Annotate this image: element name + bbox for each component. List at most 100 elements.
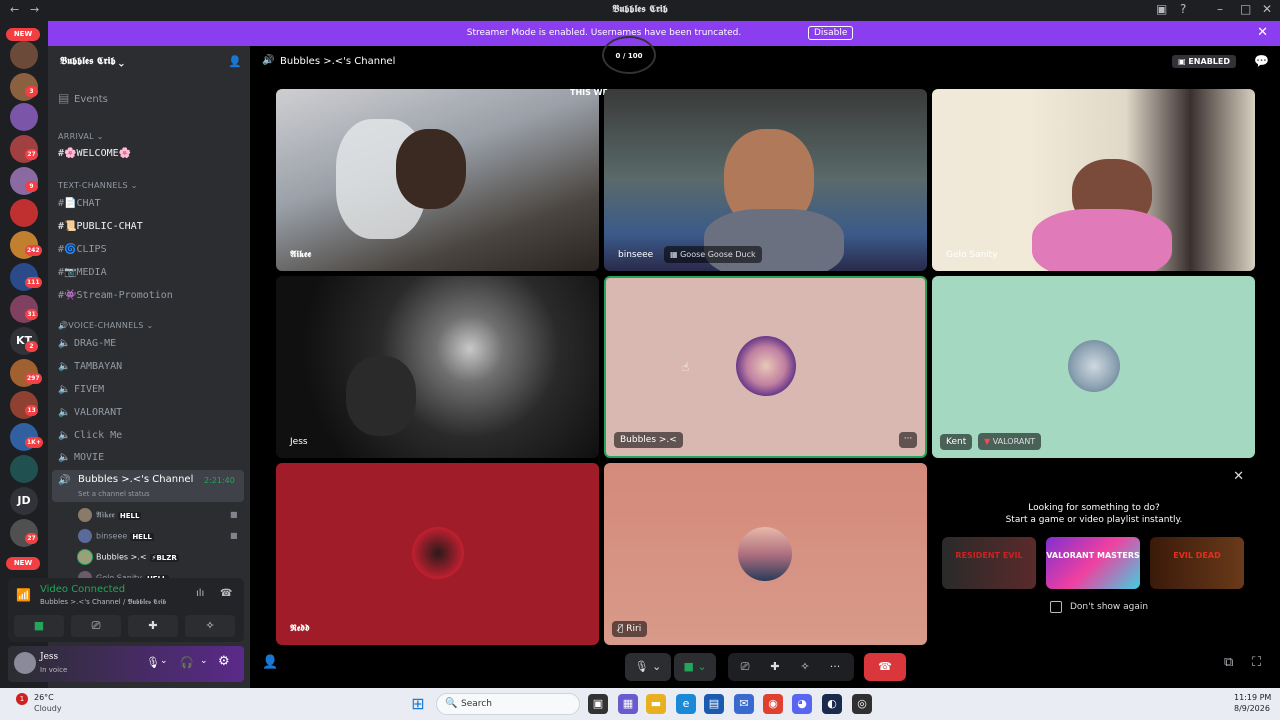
close-icon[interactable]: ✕	[1233, 469, 1244, 484]
avatar[interactable]	[14, 652, 36, 674]
video-tile-kent[interactable]: Kent ▼ VALORANT	[932, 276, 1255, 458]
camera-button[interactable]: ■	[14, 615, 64, 637]
video-tile-bubbles[interactable]: ☝ Bubbles >.< ···	[604, 276, 927, 458]
soundboard-button[interactable]: ✧	[185, 615, 235, 637]
channel-media[interactable]: #📷MEDIA	[58, 267, 107, 278]
inbox-icon[interactable]: ▣	[1156, 2, 1167, 16]
game-card-valorant-masters[interactable]: VALORANT MASTERS	[1046, 537, 1140, 589]
server-icon[interactable]	[10, 455, 38, 483]
category-text-channels[interactable]: TEXT-CHANNELS ⌄	[58, 181, 138, 190]
discord-icon[interactable]: ◕	[792, 694, 812, 714]
voice-member[interactable]: Bubbles >.< ⚡BLZR	[78, 550, 179, 564]
app-icon[interactable]: ▦	[618, 694, 638, 714]
category-voice-channels[interactable]: 🔊VOICE-CHANNELS ⌄	[58, 321, 153, 330]
game-card-evil-dead[interactable]: EVIL DEAD	[1150, 537, 1244, 589]
soundboard-icon[interactable]: ✧	[794, 653, 816, 681]
video-tile-riri[interactable]: 🎙̸ Riri	[604, 463, 927, 645]
channel-welcome[interactable]: #🌸WELCOME🌸	[58, 148, 131, 159]
file-explorer-icon[interactable]: ▬	[646, 694, 666, 714]
more-options-icon[interactable]: ···	[899, 432, 917, 448]
voice-channel-movie[interactable]: 🔈 MOVIE	[58, 452, 104, 463]
channel-label: 📜PUBLIC-CHAT	[64, 221, 143, 232]
store-icon[interactable]: ▤	[704, 694, 724, 714]
disconnect-call-button[interactable]: ☎	[864, 653, 906, 681]
voice-channel-drag-me[interactable]: 🔈 DRAG-ME	[58, 338, 116, 349]
clock-date: 8/9/2026	[1234, 704, 1270, 713]
speaker-icon: 🔈	[58, 338, 71, 349]
camera-toggle-button[interactable]: ■ ⌄	[674, 653, 716, 681]
noise-suppression-icon[interactable]: ılı	[196, 588, 204, 599]
windows-start-icon[interactable]: ⊞	[408, 694, 428, 714]
headphones-icon[interactable]: 🎧	[180, 656, 194, 669]
participant-activity: ▦ Goose Goose Duck	[664, 246, 762, 263]
enabled-badge: ▣ ENABLED	[1172, 55, 1236, 68]
chat-icon[interactable]: 💬	[1254, 54, 1269, 68]
voice-channel-valorant[interactable]: 🔈 VALORANT	[58, 407, 122, 418]
help-icon[interactable]: ?	[1180, 2, 1186, 16]
chevron-down-icon[interactable]: ⌄	[200, 656, 208, 666]
activity-icon[interactable]: ✚	[764, 653, 786, 681]
microphone-button[interactable]: 🎙 ⌄	[625, 653, 671, 681]
microphone-icon[interactable]: 🎙	[146, 656, 160, 669]
video-tile-redd[interactable]: 𝕽𝖊𝖉𝖉	[276, 463, 599, 645]
voice-member[interactable]: binseee HELL	[78, 529, 154, 543]
dont-show-checkbox[interactable]	[1050, 601, 1062, 613]
voice-channel-tambayan[interactable]: 🔈 TAMBAYAN	[58, 361, 122, 372]
server-icon[interactable]	[10, 103, 38, 131]
screen-share-button[interactable]: ⎚	[71, 615, 121, 637]
edge-browser-icon[interactable]: e	[676, 694, 696, 714]
channel-public-chat[interactable]: #📜PUBLIC-CHAT	[58, 221, 143, 232]
more-icon[interactable]: ···	[824, 653, 846, 681]
video-tile-aikee[interactable]: 𝕬𝖎𝖐𝖊𝖊	[276, 89, 599, 271]
minimize-icon[interactable]: –	[1217, 2, 1223, 16]
server-icon[interactable]	[10, 199, 38, 227]
activity-button[interactable]: ✚	[128, 615, 178, 637]
voice-status[interactable]: Video Connected	[40, 584, 125, 595]
signal-icon[interactable]: 📶	[16, 588, 31, 602]
video-tile-gelo[interactable]: Gelo Sanity	[932, 89, 1255, 271]
server-initials[interactable]: JD	[10, 487, 38, 515]
camera-icon: ■	[230, 531, 238, 540]
mention-badge: 111	[25, 277, 42, 288]
voice-channel-fivem[interactable]: 🔈 FIVEM	[58, 384, 104, 395]
chrome-icon[interactable]: ◉	[763, 694, 783, 714]
voice-member[interactable]: 𝕬𝖎𝖐𝖊𝖊 HELL	[78, 508, 142, 522]
category-arrival[interactable]: ARRIVAL ⌄	[58, 132, 104, 141]
channel-chat[interactable]: #📄CHAT	[58, 198, 101, 209]
channel-clips[interactable]: #🌀CLIPS	[58, 244, 107, 255]
disable-button[interactable]: Disable	[808, 26, 854, 40]
invite-icon[interactable]: 👤	[228, 55, 242, 68]
active-voice-channel[interactable]: 🔊 Bubbles >.<'s Channel 2:21:40 Set a ch…	[52, 470, 244, 502]
game-card-resident-evil[interactable]: RESIDENT EVIL	[942, 537, 1036, 589]
disconnect-icon[interactable]: ☎	[220, 588, 232, 599]
video-tile-jess[interactable]: Jess	[276, 276, 599, 458]
outlook-icon[interactable]: ✉	[734, 694, 754, 714]
chevron-down-icon[interactable]: ⌄	[160, 656, 168, 666]
mention-badge: 2	[25, 341, 38, 352]
events-link[interactable]: ▤ Events	[58, 91, 108, 105]
participant-name: binseee	[618, 250, 654, 260]
voice-channel-click-me[interactable]: 🔈 Click Me	[58, 430, 122, 441]
server-icon[interactable]	[10, 41, 38, 69]
maximize-icon[interactable]: □	[1240, 2, 1251, 16]
fullscreen-icon[interactable]: ⛶	[1252, 655, 1261, 670]
screen-share-icon[interactable]: ⎚	[734, 653, 756, 681]
taskbar-search[interactable]: 🔍 Search	[436, 693, 580, 715]
close-banner-icon[interactable]: ✕	[1257, 25, 1268, 40]
activity-label: VALORANT	[992, 437, 1036, 446]
channel-status[interactable]: Set a channel status	[78, 490, 150, 498]
settings-gear-icon[interactable]: ⚙	[218, 654, 230, 669]
obs-icon[interactable]: ◎	[852, 694, 872, 714]
add-user-icon[interactable]: 👤	[262, 655, 278, 670]
video-tile-binseee[interactable]: binseee ▦ Goose Goose Duck	[604, 89, 927, 271]
avatar	[78, 529, 92, 543]
popout-icon[interactable]: ⧉	[1224, 655, 1233, 670]
category-label: ARRIVAL	[58, 132, 94, 141]
task-view-icon[interactable]: ▣	[588, 694, 608, 714]
server-name-dropdown[interactable]: 𝕭𝖚𝖇𝖇𝖑𝖊𝖘 𝕮𝖗𝖎𝖇 ⌄	[60, 56, 124, 67]
steam-icon[interactable]: ◐	[822, 694, 842, 714]
speaker-icon: 🔊	[58, 475, 71, 486]
close-window-icon[interactable]: ✕	[1262, 2, 1272, 16]
weather-alert-icon[interactable]: 1	[16, 693, 28, 705]
channel-stream-promotion[interactable]: #👾Stream-Promotion	[58, 290, 173, 301]
